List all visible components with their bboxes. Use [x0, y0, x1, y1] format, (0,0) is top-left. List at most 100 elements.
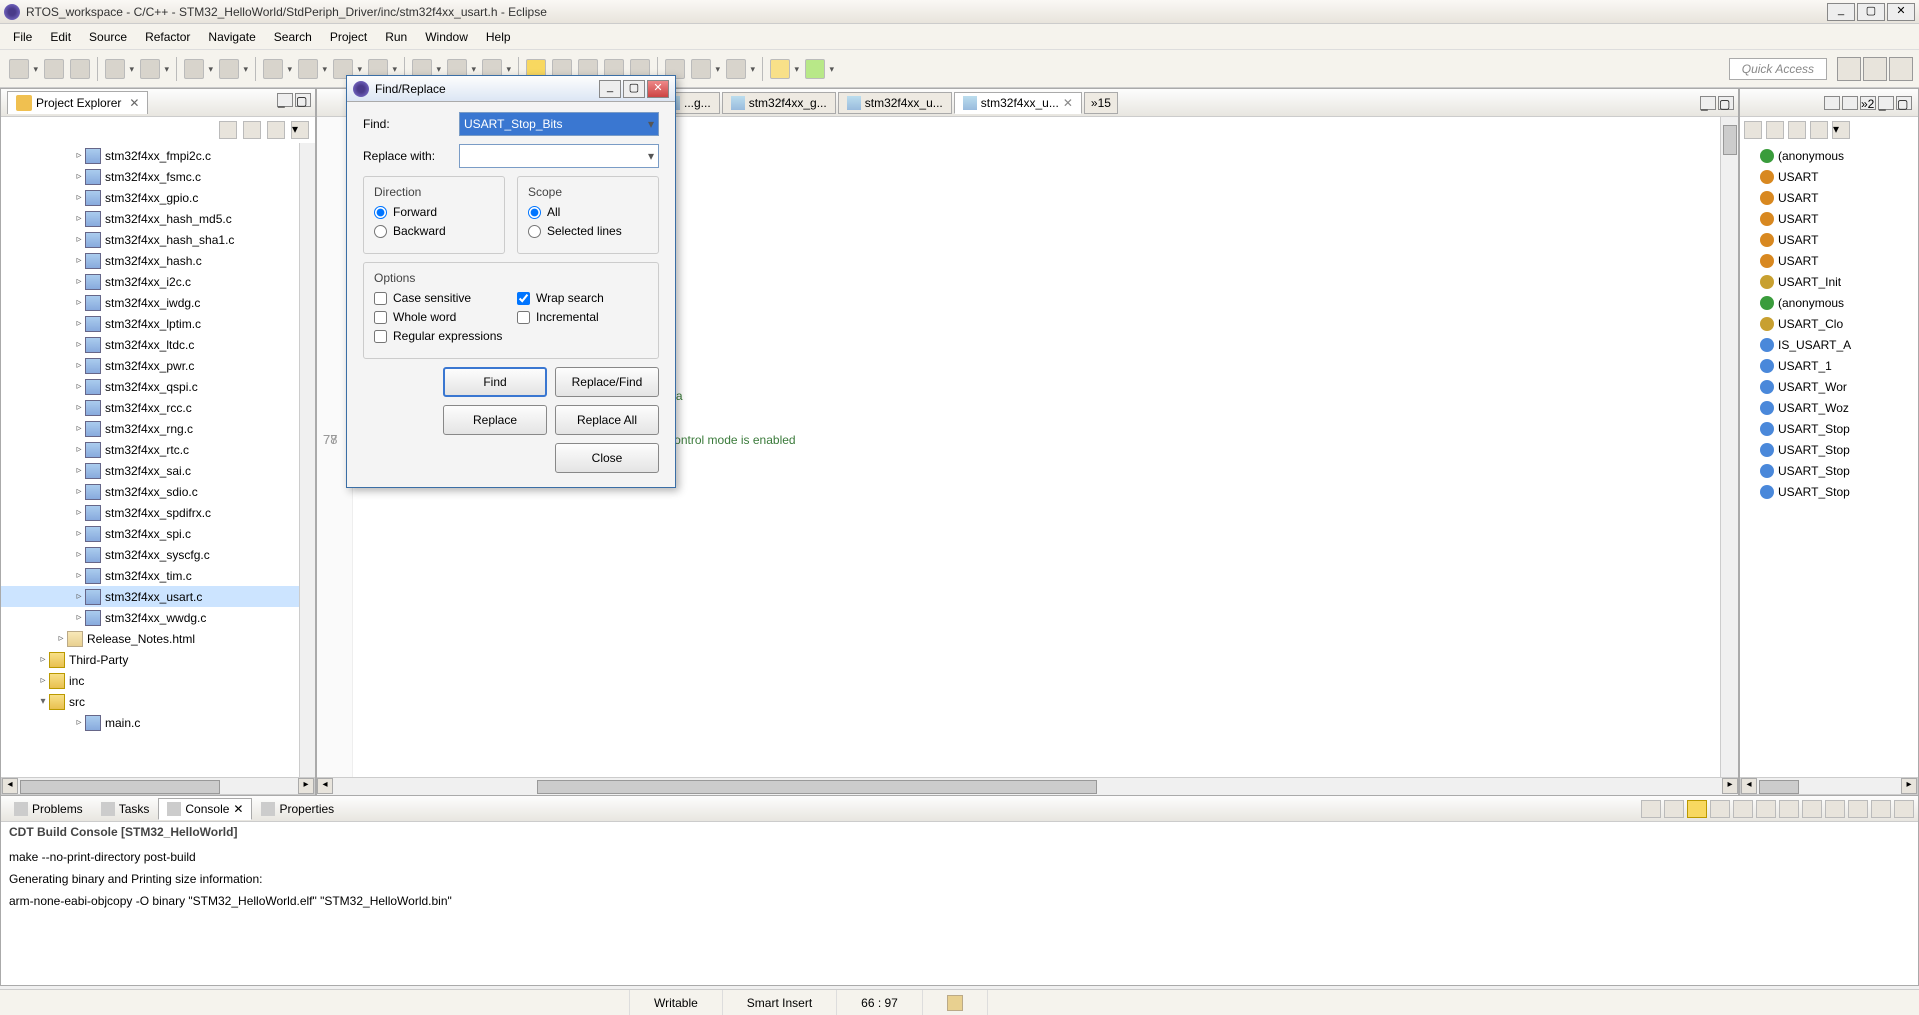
expand-icon[interactable]: ▹ [73, 423, 85, 434]
menu-navigate[interactable]: Navigate [199, 26, 264, 48]
maximize-view-button[interactable]: ▢ [295, 93, 311, 107]
forward-radio[interactable]: Forward [374, 205, 494, 219]
terminate-icon[interactable] [1756, 800, 1776, 818]
file-row[interactable]: ▹stm32f4xx_tim.c [1, 565, 299, 586]
dialog-minimize-button[interactable]: _ [599, 80, 621, 98]
wrap-checkbox[interactable] [517, 292, 530, 305]
file-row[interactable]: ▹Release_Notes.html [1, 628, 299, 649]
expand-icon[interactable]: ▹ [73, 255, 85, 266]
file-row[interactable]: ▹stm32f4xx_hash_md5.c [1, 208, 299, 229]
outline-item[interactable]: USART [1740, 208, 1918, 229]
hammer-icon[interactable] [140, 59, 160, 79]
editor-tab[interactable]: stm32f4xx_u... [838, 92, 952, 114]
file-row[interactable]: ▹stm32f4xx_fmpi2c.c [1, 145, 299, 166]
console-tab[interactable]: Console✕ [158, 798, 252, 820]
horizontal-scrollbar[interactable]: ◂ ▸ [1, 777, 315, 795]
close-tab-icon[interactable]: ✕ [233, 802, 243, 816]
outline-item[interactable]: USART_Stop [1740, 439, 1918, 460]
regex-check[interactable]: Regular expressions [374, 329, 505, 343]
outline-item[interactable]: USART_1 [1740, 355, 1918, 376]
scroll-left-icon[interactable]: ◂ [2, 778, 18, 794]
outline-item[interactable]: USART [1740, 187, 1918, 208]
focus-icon[interactable] [267, 121, 285, 139]
file-row[interactable]: ▹stm32f4xx_wwdg.c [1, 607, 299, 628]
expand-icon[interactable]: ▹ [73, 339, 85, 350]
file-row[interactable]: ▹stm32f4xx_hash_sha1.c [1, 229, 299, 250]
vertical-scrollbar[interactable] [299, 143, 315, 777]
outline-item[interactable]: (anonymous [1740, 145, 1918, 166]
backward-radio[interactable]: Backward [374, 224, 494, 238]
file-row[interactable]: ▹stm32f4xx_ltdc.c [1, 334, 299, 355]
min-icon[interactable] [1871, 800, 1891, 818]
outline-btn1[interactable] [1824, 96, 1840, 110]
build-icon[interactable] [105, 59, 125, 79]
minimize-view-button[interactable]: _ [277, 93, 293, 107]
menu-search[interactable]: Search [265, 26, 321, 48]
file-row[interactable]: ▹stm32f4xx_iwdg.c [1, 292, 299, 313]
case-checkbox[interactable] [374, 292, 387, 305]
save-icon[interactable] [44, 59, 64, 79]
selected-radio-input[interactable] [528, 225, 541, 238]
debug-icon[interactable] [263, 59, 283, 79]
outline-item[interactable]: USART_Stop [1740, 481, 1918, 502]
outline-item[interactable]: USART_Init [1740, 271, 1918, 292]
expand-icon[interactable]: ▹ [73, 402, 85, 413]
collapse-all-icon[interactable] [219, 121, 237, 139]
file-row[interactable]: ▹stm32f4xx_gpio.c [1, 187, 299, 208]
all-radio[interactable]: All [528, 205, 648, 219]
scroll-thumb[interactable] [537, 780, 1097, 794]
expand-icon[interactable]: ▹ [73, 360, 85, 371]
nav-prev-icon[interactable] [726, 59, 746, 79]
outline-more[interactable]: »2 [1860, 96, 1876, 110]
expand-icon[interactable]: ▹ [37, 675, 49, 686]
close-button[interactable]: Close [555, 443, 659, 473]
minimize-editor-button[interactable]: _ [1700, 96, 1716, 110]
config-icon[interactable] [219, 59, 239, 79]
folder-row[interactable]: ▹Third-Party [1, 649, 299, 670]
selected-lines-radio[interactable]: Selected lines [528, 224, 648, 238]
maximize-view-button[interactable]: ▢ [1896, 96, 1912, 110]
quick-access-input[interactable]: Quick Access [1729, 58, 1827, 80]
hide-static-icon[interactable] [1788, 121, 1806, 139]
console-output[interactable]: make --no-print-directory post-buildGene… [1, 844, 1918, 985]
menu-source[interactable]: Source [80, 26, 136, 48]
tasks-tab[interactable]: Tasks [92, 798, 159, 820]
scroll-thumb[interactable] [1723, 125, 1737, 155]
expand-icon[interactable]: ▹ [73, 213, 85, 224]
expand-icon[interactable]: ▹ [73, 171, 85, 182]
file-row[interactable]: ▹stm32f4xx_hash.c [1, 250, 299, 271]
scroll-left-icon[interactable]: ◂ [1741, 778, 1757, 794]
file-row[interactable]: ▹stm32f4xx_spdifrx.c [1, 502, 299, 523]
menu-project[interactable]: Project [321, 26, 376, 48]
menu-file[interactable]: File [4, 26, 41, 48]
scroll-right-icon[interactable]: ▸ [298, 778, 314, 794]
replace-find-button[interactable]: Replace/Find [555, 367, 659, 397]
more-tabs-button[interactable]: »15 [1084, 92, 1118, 114]
replace-button[interactable]: Replace [443, 405, 547, 435]
expand-icon[interactable]: ▹ [73, 150, 85, 161]
outline-item[interactable]: (anonymous [1740, 292, 1918, 313]
show-on-output-icon[interactable] [1825, 800, 1845, 818]
outline-item[interactable]: USART [1740, 166, 1918, 187]
scroll-thumb[interactable] [20, 780, 220, 794]
outline-item[interactable]: USART_Woz [1740, 397, 1918, 418]
expand-icon[interactable]: ▹ [73, 444, 85, 455]
outline-item[interactable]: IS_USART_A [1740, 334, 1918, 355]
menu-run[interactable]: Run [376, 26, 416, 48]
wrap-search-check[interactable]: Wrap search [517, 291, 648, 305]
max-icon[interactable] [1894, 800, 1914, 818]
maximize-button[interactable]: ▢ [1857, 3, 1885, 21]
scroll-right-icon[interactable]: ▸ [1901, 778, 1917, 794]
file-row[interactable]: ▹stm32f4xx_sdio.c [1, 481, 299, 502]
minimize-view-button[interactable]: _ [1878, 96, 1894, 110]
incremental-checkbox[interactable] [517, 311, 530, 324]
expand-icon[interactable]: ▹ [73, 528, 85, 539]
display-console-icon[interactable] [1710, 800, 1730, 818]
new-icon[interactable] [9, 59, 29, 79]
properties-tab[interactable]: Properties [252, 798, 343, 820]
nav-next-icon[interactable] [691, 59, 711, 79]
remove-all-icon[interactable] [1802, 800, 1822, 818]
project-explorer-tab[interactable]: Project Explorer ✕ [7, 91, 148, 114]
file-row[interactable]: ▹stm32f4xx_usart.c [1, 586, 299, 607]
replace-input[interactable] [459, 144, 659, 168]
